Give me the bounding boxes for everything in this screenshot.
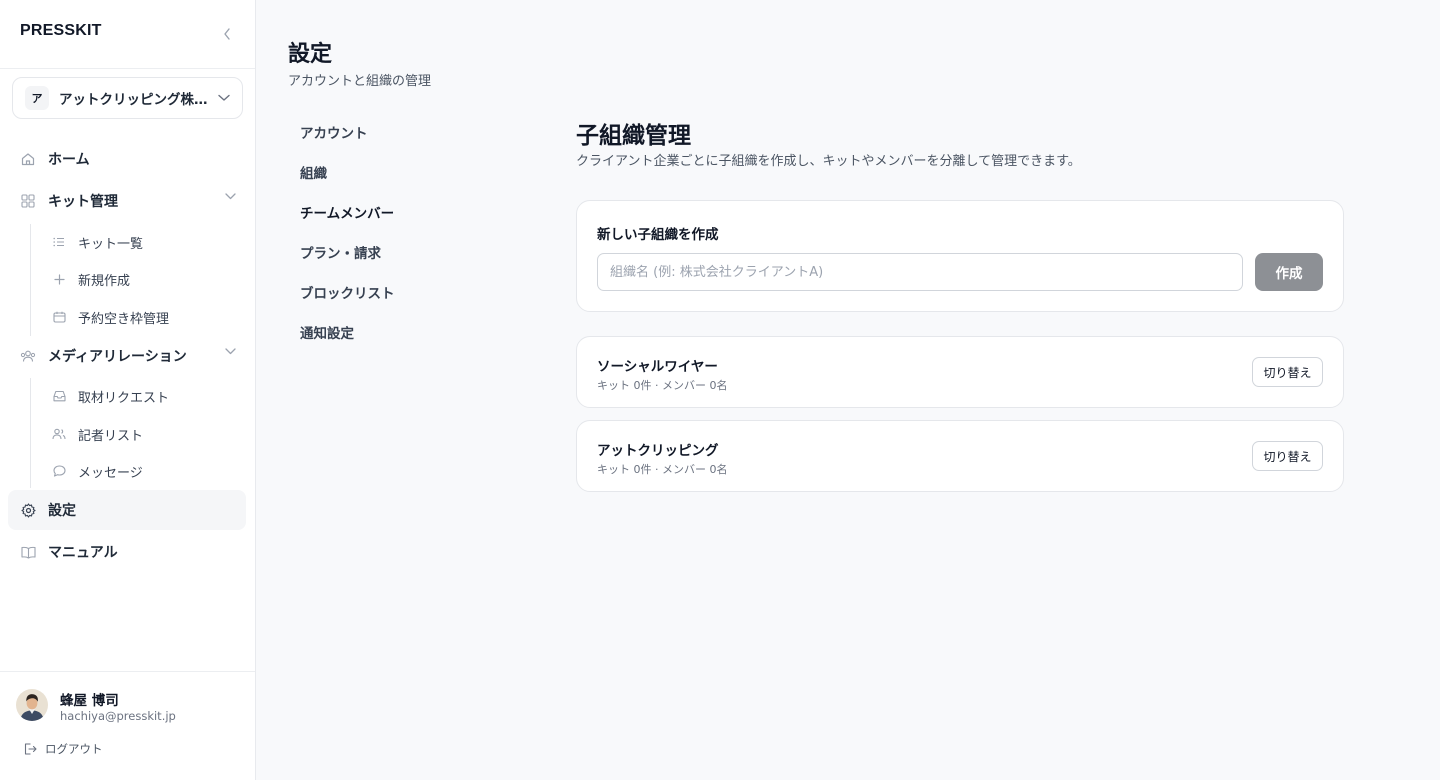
chevron-down-icon	[225, 348, 236, 355]
section-description: クライアント企業ごとに子組織を作成し、キットやメンバーを分離して管理できます。	[576, 154, 1081, 169]
settings-nav-team-members[interactable]: チームメンバー	[300, 202, 394, 222]
sidebar-subitem-messages[interactable]: メッセージ	[44, 455, 240, 487]
settings-nav-plan-billing[interactable]: プラン・請求	[300, 242, 381, 262]
sidebar-item-label: メディアリレーション	[48, 349, 187, 365]
submenu-guide-line	[30, 224, 31, 336]
sidebar-item-manual[interactable]: マニュアル	[8, 532, 246, 572]
sidebar-item-label: キット管理	[48, 194, 118, 210]
chevron-down-icon	[225, 193, 236, 200]
sidebar-subitem-new[interactable]: 新規作成	[44, 263, 240, 295]
avatar[interactable]	[16, 689, 48, 721]
sidebar-item-home[interactable]: ホーム	[8, 139, 246, 179]
gear-icon	[20, 502, 36, 518]
inbox-icon	[52, 389, 66, 403]
sidebar-item-settings[interactable]: 設定	[8, 490, 246, 530]
sidebar-collapse-button[interactable]	[216, 24, 238, 44]
child-org-name: ソーシャルワイヤー	[597, 359, 718, 375]
child-org-name: アットクリッピング	[597, 443, 719, 459]
brand-divider	[0, 68, 255, 69]
org-switcher[interactable]: ア アットクリッピング株式会社	[12, 77, 243, 119]
child-org-card: ソーシャルワイヤー キット 0件 · メンバー 0名 切り替え	[576, 336, 1344, 408]
child-org-meta: キット 0件 · メンバー 0名	[597, 463, 728, 476]
grid-icon	[20, 193, 36, 209]
sidebar-subitem-interview-requests[interactable]: 取材リクエスト	[44, 380, 240, 412]
page-subtitle: アカウントと組織の管理	[288, 74, 432, 89]
chat-icon	[52, 464, 66, 478]
sidebar-subitem-kit-list[interactable]: キット一覧	[44, 226, 240, 258]
user-divider	[0, 671, 255, 672]
chevron-left-icon	[224, 28, 230, 40]
sidebar-subitem-label: キット一覧	[78, 236, 144, 252]
switch-org-button[interactable]: 切り替え	[1252, 357, 1323, 387]
logout-label: ログアウト	[45, 742, 103, 756]
settings-nav-account[interactable]: アカウント	[300, 122, 368, 142]
sidebar-item-label: マニュアル	[48, 545, 118, 561]
sidebar-subitem-label: 記者リスト	[78, 428, 144, 444]
create-child-org-card: 新しい子組織を作成 作成	[576, 200, 1344, 312]
sidebar-item-media-relations[interactable]: メディアリレーション	[8, 336, 246, 376]
submenu-guide-line	[30, 378, 31, 488]
sidebar-subitem-label: 予約空き枠管理	[78, 311, 170, 327]
child-org-meta: キット 0件 · メンバー 0名	[597, 379, 728, 392]
logout-icon	[24, 743, 37, 755]
home-icon	[20, 151, 36, 167]
people-icon	[20, 348, 36, 364]
sidebar-subitem-label: 取材リクエスト	[78, 390, 170, 406]
sidebar-item-label: 設定	[48, 503, 76, 519]
settings-nav-notifications[interactable]: 通知設定	[300, 322, 354, 342]
page-title: 設定	[288, 42, 333, 67]
sidebar-subitem-reporter-list[interactable]: 記者リスト	[44, 418, 240, 450]
child-org-card: アットクリッピング キット 0件 · メンバー 0名 切り替え	[576, 420, 1344, 492]
create-card-title: 新しい子組織を作成	[597, 227, 719, 243]
section-title: 子組織管理	[576, 123, 691, 149]
user-email: hachiya@presskit.jp	[60, 709, 176, 723]
org-name: アットクリッピング株式会社	[59, 92, 209, 108]
sidebar: PRESSKIT ア アットクリッピング株式会社 ホーム キット管理 キット一覧	[0, 0, 256, 780]
plus-icon	[52, 272, 66, 286]
list-icon	[52, 235, 66, 249]
logout-button[interactable]: ログアウト	[24, 741, 103, 757]
org-name-input[interactable]	[597, 253, 1243, 291]
switch-org-button[interactable]: 切り替え	[1252, 441, 1323, 471]
create-button[interactable]: 作成	[1255, 253, 1323, 291]
sidebar-item-kit-management[interactable]: キット管理	[8, 181, 246, 221]
chevron-down-icon	[218, 94, 230, 102]
settings-nav-organization[interactable]: 組織	[300, 162, 327, 182]
book-icon	[20, 544, 36, 560]
users-icon	[52, 427, 66, 441]
org-avatar: ア	[25, 86, 49, 110]
user-name: 蜂屋 博司	[60, 693, 119, 709]
settings-nav-blocklist[interactable]: ブロックリスト	[300, 282, 395, 302]
sidebar-subitem-label: メッセージ	[78, 465, 143, 481]
sidebar-subitem-label: 新規作成	[78, 273, 131, 289]
sidebar-subitem-slot-management[interactable]: 予約空き枠管理	[44, 301, 240, 333]
brand-logo[interactable]: PRESSKIT	[20, 22, 102, 40]
sidebar-item-label: ホーム	[48, 152, 90, 168]
calendar-icon	[52, 310, 66, 324]
